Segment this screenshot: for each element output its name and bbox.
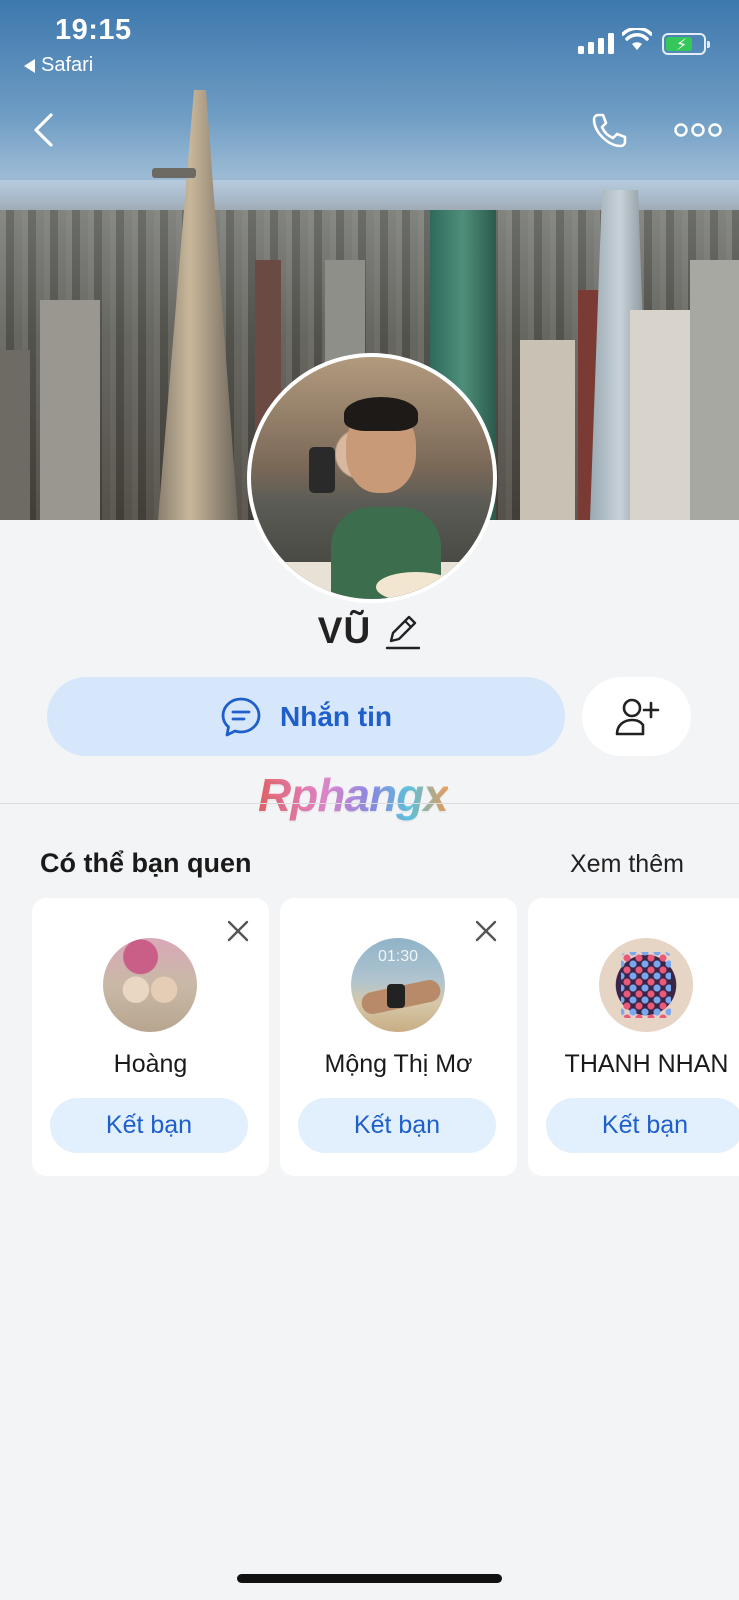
cover-building — [690, 260, 739, 520]
add-friend-suggestion-button[interactable]: Kết bạn — [50, 1098, 248, 1153]
add-friend-button[interactable] — [582, 677, 691, 756]
avatar-plate — [376, 572, 456, 599]
status-bar: 19:15 Safari ⚡ — [0, 0, 739, 90]
back-button[interactable] — [22, 108, 66, 152]
avatar-clock-text: 01:30 — [377, 948, 419, 965]
message-button-label: Nhắn tin — [280, 700, 392, 732]
wifi-icon — [622, 28, 652, 50]
suggestion-name: Mộng Thị Mơ — [324, 1050, 473, 1078]
suggestion-avatar[interactable] — [103, 938, 197, 1032]
app-grid-icon — [621, 952, 671, 1018]
section-divider — [0, 803, 739, 804]
avatar-phone — [309, 447, 335, 493]
more-options-button[interactable] — [672, 108, 724, 152]
watch-icon — [387, 984, 405, 1008]
chevron-left-icon — [34, 113, 53, 147]
close-icon[interactable] — [475, 920, 497, 942]
cellular-signal-icon — [578, 30, 614, 54]
cover-helipad — [152, 168, 196, 178]
back-app-label: Safari — [41, 54, 94, 76]
back-triangle-icon — [24, 58, 35, 73]
cover-building — [40, 300, 100, 520]
cover-building — [0, 350, 30, 520]
battery-icon: ⚡ — [662, 33, 710, 55]
suggestion-card[interactable]: THANH NHAN Kết bạn — [528, 898, 739, 1176]
suggestion-avatar[interactable] — [599, 938, 693, 1032]
suggestion-name: Hoàng — [113, 1050, 188, 1078]
cover-building — [520, 340, 575, 520]
chat-bubble-icon — [221, 697, 261, 736]
watermark-logo: Rphangx — [258, 769, 449, 821]
suggestion-card[interactable]: 01:30 Mộng Thị Mơ Kết bạn — [280, 898, 517, 1176]
user-plus-icon — [615, 698, 659, 735]
suggestion-avatar[interactable]: 01:30 — [351, 938, 445, 1032]
suggestion-name: THANH NHAN — [564, 1050, 729, 1078]
profile-name: VŨ — [317, 610, 372, 651]
back-to-app-link[interactable]: Safari — [24, 54, 93, 77]
see-more-link[interactable]: Xem thêm — [570, 850, 684, 879]
call-button[interactable] — [588, 108, 632, 152]
add-friend-suggestion-button[interactable]: Kết bạn — [298, 1098, 496, 1153]
message-button[interactable]: Nhắn tin — [47, 677, 565, 756]
phone-icon — [592, 113, 627, 148]
profile-avatar[interactable] — [247, 353, 497, 603]
edit-pencil-icon[interactable] — [385, 611, 421, 651]
home-indicator[interactable] — [237, 1574, 502, 1583]
more-horizontal-icon — [674, 123, 722, 137]
add-friend-suggestion-button[interactable]: Kết bạn — [546, 1098, 739, 1153]
profile-name-row: VŨ — [0, 610, 739, 652]
avatar-hair — [344, 397, 418, 431]
suggestions-title: Có thể bạn quen — [40, 848, 252, 878]
status-time: 19:15 — [55, 14, 132, 46]
suggestion-card[interactable]: Hoàng Kết bạn — [32, 898, 269, 1176]
close-icon[interactable] — [227, 920, 249, 942]
